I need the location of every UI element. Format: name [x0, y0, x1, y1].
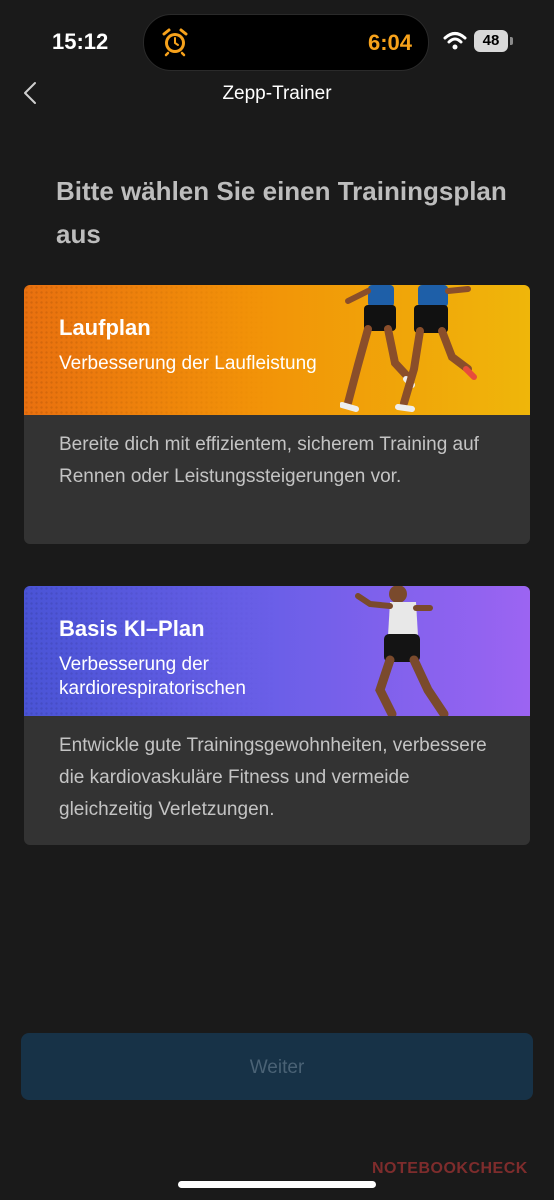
plan-banner: Basis KI–Plan Verbesserung der kardiores… — [24, 586, 530, 716]
battery-tip — [510, 37, 513, 45]
dynamic-island[interactable]: 6:04 — [143, 14, 429, 71]
runners-image — [340, 285, 477, 412]
wifi-icon — [443, 32, 467, 50]
plan-subtitle: Verbesserung der kardiorespiratorischen — [59, 654, 246, 699]
runner-image — [355, 586, 449, 716]
watermark: NOTEBOOKCHECK — [372, 1160, 528, 1177]
nav-title: Zepp-Trainer — [222, 83, 332, 104]
page-heading: Bitte wählen Sie einen Trainingsplan aus — [56, 176, 507, 249]
plan-banner: Laufplan Verbesserung der Laufleistung — [24, 285, 530, 415]
plan-title: Laufplan — [59, 315, 151, 340]
plan-description: Bereite dich mit effizientem, sicherem T… — [59, 434, 479, 487]
plan-title: Basis KI–Plan — [59, 616, 205, 641]
plan-subtitle: Verbesserung der Laufleistung — [59, 353, 317, 374]
timer-readout: 6:04 — [367, 30, 412, 55]
plan-card-basis-ki[interactable]: Basis KI–Plan Verbesserung der kardiores… — [24, 586, 530, 845]
home-indicator[interactable] — [178, 1181, 376, 1188]
plan-card-laufplan[interactable]: Laufplan Verbesserung der Laufleistung B… — [24, 285, 530, 544]
banner-pattern — [24, 285, 284, 415]
status-time: 15:12 — [52, 29, 109, 54]
battery-icon: 48 — [474, 30, 508, 52]
alarm-clock-icon — [162, 28, 188, 57]
status-bar: 15:12 6:04 48 — [0, 0, 554, 84]
continue-button[interactable]: Weiter — [21, 1033, 533, 1100]
plan-description: Entwickle gute Trainingsgewohnheiten, ve… — [59, 735, 487, 820]
